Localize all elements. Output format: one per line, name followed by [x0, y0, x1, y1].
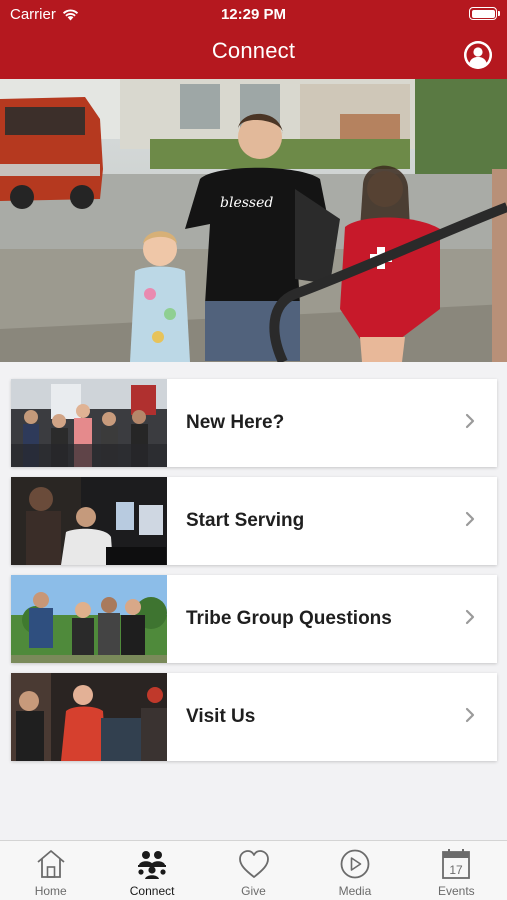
tab-events[interactable]: 17 Events — [406, 841, 507, 900]
tab-connect[interactable]: Connect — [101, 841, 202, 900]
tab-label: Connect — [129, 884, 175, 898]
card-label: Tribe Group Questions — [186, 608, 392, 629]
card-label: Visit Us — [186, 706, 256, 727]
status-time: 12:29 PM — [220, 6, 287, 23]
home-icon — [37, 850, 65, 878]
chevron-right-icon — [465, 707, 475, 723]
person-icon — [464, 41, 492, 69]
shirt-text: blessed — [220, 195, 273, 211]
card-label: New Here? — [186, 412, 285, 433]
card-label: Start Serving — [186, 510, 305, 531]
chevron-right-icon — [465, 511, 475, 527]
calendar-icon: 17 — [442, 849, 471, 879]
card-new-here[interactable]: New Here? — [11, 379, 497, 467]
top-bar: Carrier 12:29 PM Connect — [0, 0, 507, 79]
chevron-right-icon — [465, 609, 475, 625]
page-title: Connect — [211, 38, 296, 63]
heart-icon — [238, 850, 269, 878]
battery-icon — [469, 7, 500, 20]
tab-home[interactable]: Home — [0, 841, 101, 900]
connect-card-list: New Here? Start Serving Tribe Group Ques… — [11, 379, 497, 771]
card-start-serving[interactable]: Start Serving — [11, 477, 497, 565]
profile-button[interactable] — [464, 41, 492, 69]
tab-label: Events — [437, 884, 475, 898]
people-icon — [138, 851, 167, 879]
calendar-day: 17 — [450, 863, 464, 877]
tab-give[interactable]: Give — [203, 841, 304, 900]
congregation-photo — [11, 379, 167, 467]
tab-bar: Home Connect Give Media 17 Events — [0, 840, 507, 900]
status-bar: Carrier 12:29 PM — [0, 0, 507, 28]
card-tribe-group-questions[interactable]: Tribe Group Questions — [11, 575, 497, 663]
volunteers-photo — [11, 477, 167, 565]
preacher-photo — [11, 673, 167, 761]
tab-label: Media — [338, 884, 372, 898]
play-icon — [340, 849, 370, 879]
hero-image: blessed — [0, 79, 507, 362]
chevron-right-icon — [465, 413, 475, 429]
tab-media[interactable]: Media — [304, 841, 405, 900]
card-visit-us[interactable]: Visit Us — [11, 673, 497, 761]
tab-label: Home — [34, 884, 67, 898]
group-photo — [11, 575, 167, 663]
tab-label: Give — [241, 884, 266, 898]
